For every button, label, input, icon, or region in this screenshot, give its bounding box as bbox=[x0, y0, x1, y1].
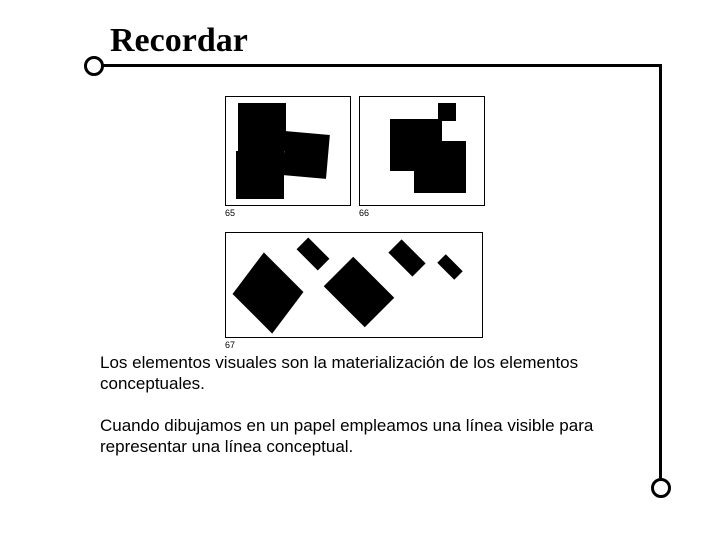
diamond-icon bbox=[324, 257, 395, 328]
figure-66 bbox=[359, 96, 485, 206]
paragraph-2: Cuando dibujamos en un papel empleamos u… bbox=[100, 415, 620, 458]
diamond-icon bbox=[233, 252, 304, 333]
paragraph-1: Los elementos visuales son la materializ… bbox=[100, 352, 620, 395]
figure-67-label: 67 bbox=[225, 340, 495, 350]
diamond-icon bbox=[437, 254, 462, 279]
figure-row-top: 65 66 bbox=[225, 96, 495, 218]
frame-line-top bbox=[100, 64, 662, 67]
body-text: Los elementos visuales son la materializ… bbox=[100, 352, 620, 477]
square-icon bbox=[414, 141, 466, 193]
figure-65-label: 65 bbox=[225, 208, 351, 218]
slide-title: Recordar bbox=[110, 22, 248, 60]
slide: Recordar 65 66 bbox=[0, 0, 720, 540]
diamond-icon bbox=[388, 239, 425, 276]
node-icon bbox=[651, 478, 671, 498]
figure-66-wrap: 66 bbox=[359, 96, 485, 218]
figure-65 bbox=[225, 96, 351, 206]
figure-65-wrap: 65 bbox=[225, 96, 351, 218]
node-icon bbox=[84, 56, 104, 76]
square-icon bbox=[238, 103, 286, 151]
frame-line-right bbox=[659, 64, 662, 482]
figure-66-label: 66 bbox=[359, 208, 485, 218]
figure-67 bbox=[225, 232, 483, 338]
square-icon bbox=[282, 131, 330, 179]
square-icon bbox=[236, 151, 284, 199]
figure-group: 65 66 67 bbox=[225, 96, 495, 350]
diamond-icon bbox=[297, 238, 330, 271]
figure-67-wrap: 67 bbox=[225, 232, 495, 350]
